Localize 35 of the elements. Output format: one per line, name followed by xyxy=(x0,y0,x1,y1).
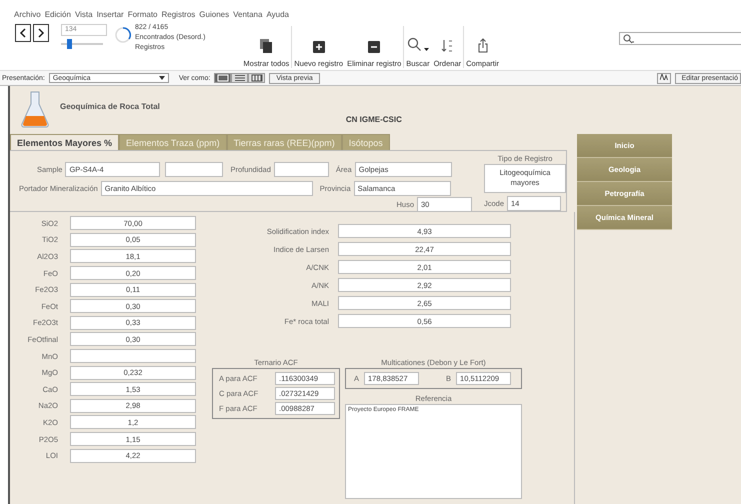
menu-item[interactable]: Guiones xyxy=(199,10,230,22)
plus-icon xyxy=(312,41,325,53)
chevron-left-icon xyxy=(19,28,27,38)
menu-item[interactable]: Formato xyxy=(128,10,158,22)
search-icon xyxy=(406,37,429,53)
menu-item[interactable]: Ventana xyxy=(233,10,262,22)
next-button[interactable] xyxy=(33,24,49,42)
chevron-right-icon xyxy=(37,28,45,38)
tab[interactable]: Elementos Mayores % xyxy=(10,134,120,150)
caret-icon xyxy=(158,76,165,80)
menu-item[interactable]: Registros xyxy=(162,10,196,22)
view-button[interactable] xyxy=(231,73,248,83)
previous-button[interactable] xyxy=(15,24,31,42)
oxide-field[interactable] xyxy=(70,349,196,364)
view-button[interactable] xyxy=(214,73,232,83)
sort-icon xyxy=(440,39,454,53)
menu-item[interactable]: Archivo xyxy=(14,10,41,22)
input-field[interactable] xyxy=(165,162,224,177)
menu-item[interactable]: Edición xyxy=(44,10,71,22)
menu-item[interactable]: Insertar xyxy=(96,10,124,22)
menu-item[interactable]: Vista xyxy=(74,10,93,22)
search-icon xyxy=(623,34,635,44)
text-format-button[interactable] xyxy=(656,72,671,84)
menu-item[interactable]: Ayuda xyxy=(266,10,290,22)
progress-ring-icon xyxy=(115,27,131,43)
flask-icon xyxy=(20,90,50,128)
depth-field[interactable] xyxy=(274,162,329,177)
share-icon xyxy=(476,38,489,53)
text-size-icon xyxy=(660,74,668,80)
organization-label: CN IGME-CSIC xyxy=(346,115,402,126)
stack-icon xyxy=(260,39,272,53)
minus-icon xyxy=(368,41,380,53)
search-field[interactable] xyxy=(619,32,741,45)
view-button[interactable] xyxy=(248,73,266,83)
layout-title: Geoquímica de Roca Total xyxy=(60,102,160,113)
